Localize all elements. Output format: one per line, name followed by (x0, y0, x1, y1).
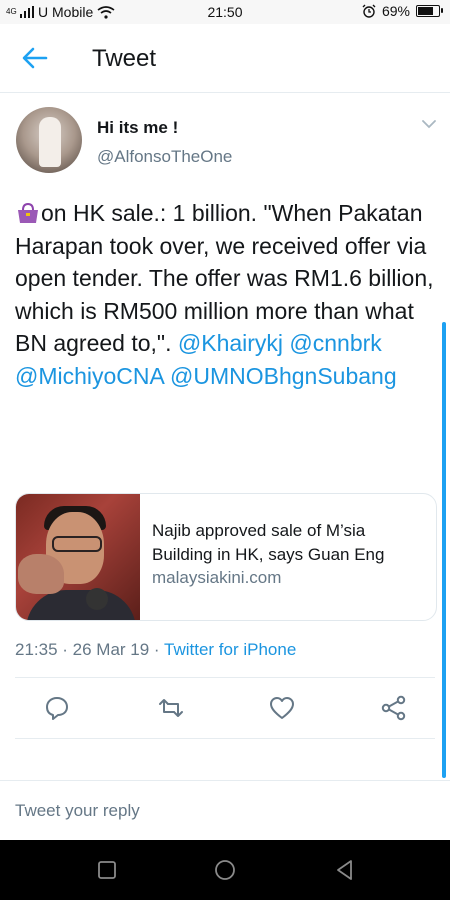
tweet-text-first-line: on HK sale.: 1 billion. (41, 200, 258, 226)
top-app-bar: Tweet (0, 24, 450, 93)
tweet-text: on HK sale.: 1 billion. "When Pakatan Ha… (15, 197, 440, 392)
system-navigation-bar (0, 840, 450, 900)
image-hand (18, 554, 64, 594)
tweet-action-bar (0, 690, 450, 730)
mention-link-michiyocna[interactable]: @MichiyoCNA (15, 363, 164, 389)
share-icon[interactable] (380, 694, 408, 722)
battery-icon (416, 5, 443, 17)
link-preview-title: Najib approved sale of M’sia Building in… (152, 521, 385, 564)
battery-fill (418, 7, 434, 15)
author-display-name[interactable]: Hi its me ! (97, 118, 178, 138)
chevron-down-icon[interactable] (421, 118, 437, 130)
retweet-icon[interactable] (157, 694, 185, 722)
mention-link-umnobhgnsubang[interactable]: @UMNOBhgnSubang (170, 363, 397, 389)
link-preview-image (16, 494, 140, 620)
tweet-source-link[interactable]: Twitter for iPhone (164, 640, 296, 659)
reply-input[interactable] (15, 801, 415, 821)
mention-link-khairykj[interactable]: @Khairykj (178, 330, 283, 356)
status-right: 69% (362, 3, 443, 19)
back-triangle-icon[interactable] (333, 858, 357, 882)
image-glasses (52, 536, 102, 552)
image-body (26, 590, 136, 620)
tweet-timestamp: 21:35 · 26 Mar 19 · (15, 640, 164, 659)
reply-composer (0, 780, 450, 841)
image-microphone (86, 588, 108, 610)
recent-apps-square-icon[interactable] (95, 858, 119, 882)
meta-divider (15, 677, 435, 678)
like-heart-icon[interactable] (268, 694, 296, 722)
back-arrow-icon[interactable] (22, 46, 48, 70)
battery-percent: 69% (381, 3, 410, 19)
status-bar: 4G U Mobile 21:50 69% (0, 0, 450, 24)
page-title: Tweet (92, 45, 157, 72)
link-preview-card[interactable]: Najib approved sale of M’sia Building in… (15, 493, 437, 621)
mention-link-cnnbrk[interactable]: @cnnbrk (289, 330, 381, 356)
avatar[interactable] (16, 107, 82, 173)
tweet-meta: 21:35 · 26 Mar 19 · Twitter for iPhone (15, 640, 296, 660)
scrollbar[interactable] (442, 322, 446, 778)
reply-icon[interactable] (43, 694, 71, 722)
alarm-icon (362, 4, 376, 18)
home-circle-icon[interactable] (213, 858, 237, 882)
avatar-figure (39, 117, 61, 167)
handbag-emoji-icon (18, 202, 38, 223)
author-handle[interactable]: @AlfonsoTheOne (97, 147, 232, 167)
actions-divider (15, 738, 435, 739)
link-preview-domain: malaysiakini.com (152, 568, 282, 587)
